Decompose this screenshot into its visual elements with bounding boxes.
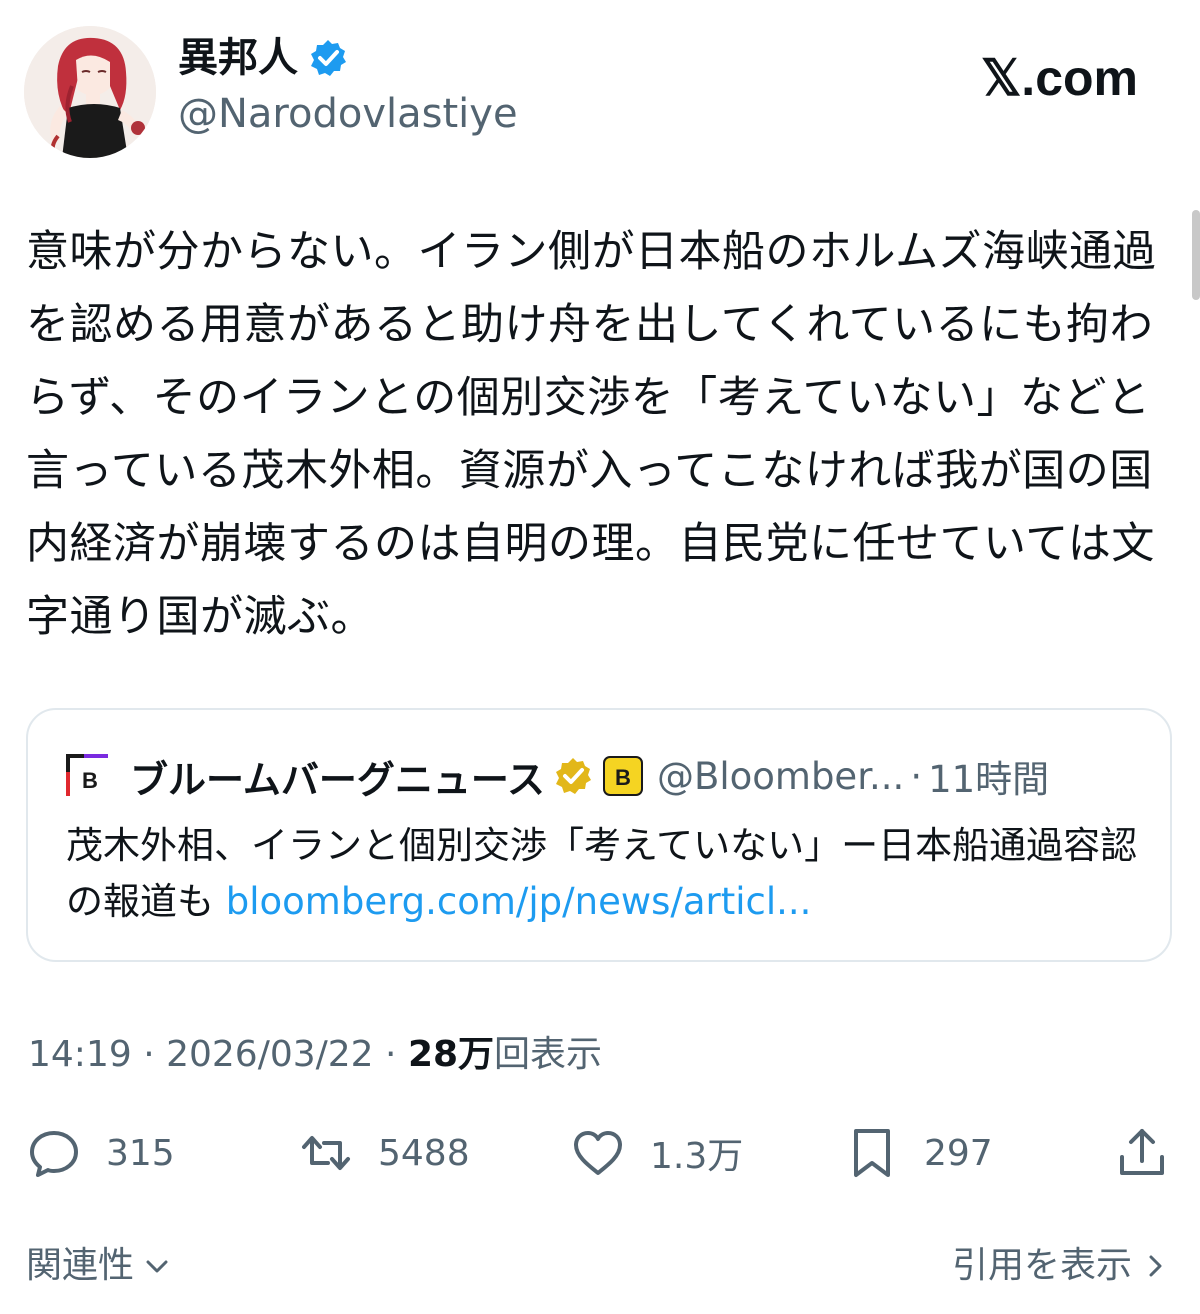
quoted-separator: · — [910, 754, 923, 798]
chevron-down-icon — [146, 1260, 168, 1273]
gold-verified-badge-icon — [555, 758, 591, 794]
chevron-right-icon — [1149, 1255, 1162, 1277]
bloomberg-logo-icon: B — [64, 752, 112, 800]
author-handle[interactable]: @Narodovlastiye — [178, 90, 518, 138]
author-name-row: 異邦人 — [178, 34, 348, 82]
reply-button[interactable]: 315 — [26, 1118, 175, 1188]
view-quotes-link[interactable]: 引用を表示 — [952, 1240, 1170, 1292]
verified-badge-icon — [311, 40, 346, 76]
reply-icon — [30, 1131, 78, 1177]
x-logo: 𝕏.com — [981, 50, 1138, 106]
tweet-meta: 14:19 · 2026/03/22 · 28万回表示 — [28, 1030, 602, 1080]
bookmark-button[interactable]: 297 — [844, 1118, 993, 1188]
like-count: 1.3万 — [650, 1136, 744, 1177]
quoted-tweet-link[interactable]: bloomberg.com/jp/news/articl... — [226, 880, 812, 923]
quoted-author-name[interactable]: ブルームバーグニュース — [130, 749, 545, 804]
reply-count: 315 — [106, 1132, 175, 1174]
tweet-body-text: 意味が分からない。イラン側が日本船のホルムズ海峡通過を認める用意があると助け舟を… — [26, 227, 1157, 642]
bookmark-icon — [854, 1129, 890, 1177]
meta-separator: · — [373, 1034, 408, 1075]
view-quotes-label: 引用を表示 — [951, 1245, 1132, 1286]
affiliate-badge-letter: B — [615, 765, 631, 790]
views-label: 回表示 — [494, 1034, 603, 1075]
tweet-time[interactable]: 14:19 — [28, 1034, 132, 1075]
tweet-actions-bar: 315 5488 1.3万 297 — [26, 1118, 1174, 1188]
quoted-tweet-header: B ブルームバーグニュース B @Bloomber... · 11時間 — [64, 746, 1140, 806]
retweet-icon — [302, 1136, 350, 1170]
author-display-name[interactable]: 異邦人 — [178, 34, 298, 82]
bloomberg-logo-letter: B — [82, 768, 98, 793]
like-button[interactable]: 1.3万 — [570, 1118, 743, 1188]
quoted-tweet-text: 茂木外相、イランと個別交渉「考えていない」ー日本船通過容認の報道も bloomb… — [66, 818, 1146, 930]
author-avatar[interactable] — [24, 26, 156, 158]
meta-separator: · — [131, 1034, 167, 1075]
views-count: 28万 — [407, 1034, 495, 1075]
sort-relevance-label: 関連性 — [26, 1245, 135, 1286]
share-icon — [1120, 1129, 1164, 1175]
retweet-button[interactable]: 5488 — [298, 1118, 470, 1188]
retweet-count: 5488 — [378, 1132, 470, 1174]
share-button[interactable] — [1114, 1118, 1170, 1188]
bookmark-count: 297 — [924, 1132, 993, 1174]
quoted-timestamp[interactable]: 11時間 — [928, 749, 1049, 803]
tweet-date[interactable]: 2026/03/22 — [166, 1034, 374, 1075]
affiliate-badge-icon: B — [602, 756, 643, 796]
scrollbar-thumb[interactable] — [1192, 210, 1200, 300]
sort-relevance-dropdown[interactable]: 関連性 — [26, 1240, 172, 1292]
heart-icon — [574, 1131, 622, 1175]
quoted-author-handle[interactable]: @Bloomber... — [657, 755, 904, 798]
tweet-header: 異邦人 @Narodovlastiye 𝕏.com — [24, 22, 1176, 158]
quoted-tweet-card[interactable]: B ブルームバーグニュース B @Bloomber... · 11時間 茂木外相… — [26, 708, 1172, 962]
